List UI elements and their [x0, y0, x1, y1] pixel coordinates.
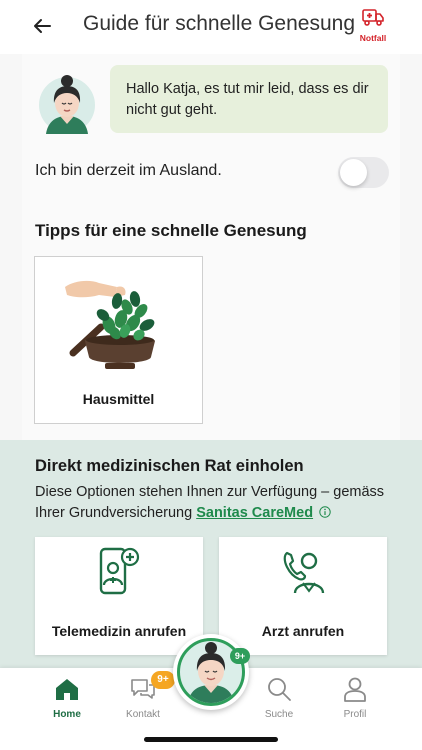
assistant-avatar [39, 75, 95, 134]
tip-label: Hausmittel [82, 391, 155, 407]
tab-home[interactable]: Home [37, 676, 97, 720]
abroad-toggle[interactable] [338, 157, 389, 188]
info-icon[interactable] [319, 506, 331, 518]
emergency-label: Notfall [359, 33, 387, 43]
abroad-label: Ich bin derzeit im Ausland. [35, 162, 222, 179]
greeting-bubble: Hallo Katja, es tut mir leid, dass es di… [110, 65, 388, 133]
kontakt-badge: 9+ [151, 671, 175, 689]
doctor-label: Arzt anrufen [261, 623, 345, 639]
doctor-card[interactable]: Arzt anrufen [219, 537, 387, 655]
telemedicine-card[interactable]: Telemedizin anrufen [35, 537, 203, 655]
assistant-badge: 9+ [230, 648, 250, 664]
tab-profil[interactable]: Profil [325, 676, 385, 720]
advice-heading: Direkt medizinischen Rat einholen [35, 457, 304, 475]
emergency-button[interactable]: Notfall [355, 8, 391, 43]
home-remedy-illustration [65, 280, 155, 369]
back-arrow-icon[interactable] [30, 14, 54, 38]
telemedicine-phone-icon [99, 547, 140, 595]
profile-icon [344, 677, 366, 702]
home-indicator [144, 737, 278, 742]
search-icon [268, 678, 291, 701]
telemedicine-label: Telemedizin anrufen [51, 623, 187, 639]
tab-home-label: Home [53, 709, 81, 720]
tip-card-hausmittel[interactable]: Hausmittel [34, 256, 203, 424]
tab-suche[interactable]: Suche [249, 676, 309, 720]
tab-suche-label: Suche [264, 709, 294, 720]
tab-profil-label: Profil [343, 709, 367, 720]
tab-kontakt-label: Kontakt [126, 709, 160, 720]
ambulance-icon [362, 9, 384, 26]
assistant-button[interactable] [173, 634, 249, 710]
page-title: Guide für schnelle Genesung [83, 12, 356, 35]
doctor-call-icon [283, 551, 325, 594]
home-icon [56, 679, 78, 700]
tips-heading: Tipps für eine schnelle Genesung [35, 221, 307, 240]
toggle-knob [340, 159, 367, 186]
advice-description: Diese Optionen stehen Ihnen zur Verfügun… [35, 482, 395, 524]
caremed-link[interactable]: Sanitas CareMed [196, 505, 313, 521]
